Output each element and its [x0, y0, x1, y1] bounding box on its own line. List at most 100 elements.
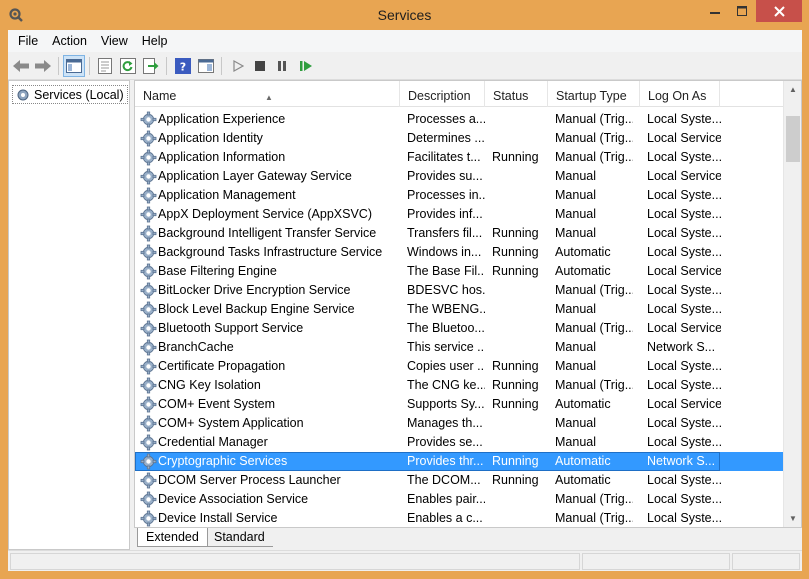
status-segment [582, 553, 730, 570]
service-row[interactable]: Certificate Propagation Copies user ... Ru… [135, 357, 783, 376]
service-name: Device Association Service [158, 492, 309, 506]
close-button[interactable] [756, 0, 802, 22]
service-log-on-as: Local Syste... [647, 416, 721, 430]
menu-file[interactable]: File [8, 30, 45, 52]
service-description: Facilitates t... [407, 150, 481, 164]
toolbar-separator [58, 57, 59, 75]
help-button[interactable]: ? [172, 55, 194, 77]
service-gear-icon [140, 149, 157, 166]
scroll-up-arrow-icon[interactable]: ▲ [784, 81, 801, 98]
service-row[interactable]: DCOM Server Process Launcher The DCOM... R… [135, 471, 783, 490]
service-row[interactable]: Application Experience Processes a... Manu… [135, 110, 783, 129]
stop-service-button[interactable] [249, 55, 271, 77]
service-log-on-as: Local Syste... [647, 473, 721, 487]
maximize-button[interactable] [728, 0, 755, 22]
toolbar-separator [89, 57, 90, 75]
tab-standard[interactable]: Standard [206, 528, 273, 547]
service-description: Determines ... [407, 131, 485, 145]
service-name: Background Intelligent Transfer Service [158, 226, 377, 240]
service-startup-type: Manual [555, 226, 596, 240]
start-service-button[interactable] [227, 55, 249, 77]
service-gear-icon [140, 320, 157, 337]
service-row[interactable]: Application Information Facilitates t... R… [135, 148, 783, 167]
tab-extended[interactable]: Extended [137, 528, 208, 547]
action-pane-icon [198, 59, 214, 73]
show-hide-console-tree-button[interactable] [63, 55, 85, 77]
refresh-button[interactable] [117, 55, 139, 77]
service-status [492, 110, 548, 129]
menu-action[interactable]: Action [45, 30, 94, 52]
service-startup-type: Manual (Trig... [555, 283, 633, 297]
column-header-startup-type[interactable]: Startup Type [548, 81, 640, 107]
service-gear-icon [140, 510, 157, 527]
properties-button[interactable] [94, 55, 116, 77]
service-description: BDESVC hos... [407, 283, 485, 297]
menu-view[interactable]: View [94, 30, 135, 52]
tree-item-services-local[interactable]: Services (Local) [12, 85, 128, 104]
column-header-description[interactable]: Description [400, 81, 485, 107]
service-description: Provides thr... [407, 454, 484, 468]
service-row[interactable]: Background Intelligent Transfer Service T… [135, 224, 783, 243]
column-header-status[interactable]: Status [485, 81, 548, 107]
service-log-on-as: Local Syste... [647, 112, 721, 126]
service-log-on-as: Local Syste... [647, 283, 721, 297]
console-tree-icon [66, 59, 82, 73]
restart-service-button[interactable] [295, 55, 317, 77]
scrollbar-thumb[interactable] [786, 116, 800, 162]
column-header-name[interactable]: Name ▲ [135, 81, 400, 107]
minimize-button[interactable] [701, 0, 728, 22]
service-row[interactable]: COM+ Event System Supports Sy... Running Au… [135, 395, 783, 414]
service-row[interactable]: Application Layer Gateway Service Provide… [135, 167, 783, 186]
services-list-pane: Name ▲ Description Status Startup Type L… [134, 80, 802, 528]
pause-service-button[interactable] [271, 55, 293, 77]
service-row[interactable]: Application Identity Determines ... Manual… [135, 129, 783, 148]
menu-help[interactable]: Help [135, 30, 175, 52]
service-status [492, 414, 548, 433]
service-log-on-as: Local Syste... [647, 150, 721, 164]
service-status [492, 205, 548, 224]
service-row[interactable]: Credential Manager Provides se... Manual Lo… [135, 433, 783, 452]
service-row[interactable]: Application Management Processes in... Man… [135, 186, 783, 205]
service-row[interactable]: AppX Deployment Service (AppXSVC) Provide… [135, 205, 783, 224]
column-header-log-on-as[interactable]: Log On As [640, 81, 720, 107]
service-startup-type: Manual [555, 359, 596, 373]
service-row[interactable]: BitLocker Drive Encryption Service BDESVC… [135, 281, 783, 300]
service-gear-icon [140, 130, 157, 147]
service-startup-type: Manual (Trig... [555, 378, 633, 392]
service-log-on-as: Local Service [647, 321, 721, 335]
service-gear-icon [140, 377, 157, 394]
service-row[interactable]: COM+ System Application Manages th... Manu… [135, 414, 783, 433]
service-row[interactable]: Cryptographic Services Provides thr... Run… [135, 452, 783, 471]
restart-icon [300, 61, 312, 71]
service-row[interactable]: Device Association Service Enables pair..… [135, 490, 783, 509]
service-row[interactable]: BranchCache This service ... Manual Network… [135, 338, 783, 357]
service-row[interactable]: Block Level Backup Engine Service The WBE… [135, 300, 783, 319]
export-list-button[interactable] [140, 55, 162, 77]
service-name: DCOM Server Process Launcher [158, 473, 341, 487]
service-startup-type: Manual (Trig... [555, 150, 633, 164]
service-gear-icon [140, 187, 157, 204]
service-row[interactable]: Background Tasks Infrastructure Service W… [135, 243, 783, 262]
service-row[interactable]: Base Filtering Engine The Base Fil... Runn… [135, 262, 783, 281]
service-status: Running [492, 473, 539, 487]
service-name: Cryptographic Services [158, 454, 288, 468]
service-log-on-as: Local Syste... [647, 226, 721, 240]
service-row[interactable]: Device Install Service Enables a c... Manu… [135, 509, 783, 527]
service-startup-type: Automatic [555, 473, 611, 487]
service-gear-icon [140, 358, 157, 375]
service-description: Supports Sy... [407, 397, 485, 411]
service-description: Provides se... [407, 435, 483, 449]
services-gear-icon [17, 89, 29, 100]
service-gear-icon [140, 339, 157, 356]
service-status [492, 167, 548, 186]
service-row[interactable]: Bluetooth Support Service The Bluetoo... M… [135, 319, 783, 338]
service-log-on-as: Local Syste... [647, 511, 721, 525]
forward-button[interactable] [32, 55, 54, 77]
vertical-scrollbar[interactable]: ▲ ▼ [783, 81, 801, 527]
show-action-pane-button[interactable] [195, 55, 217, 77]
service-name: Application Experience [158, 112, 286, 126]
service-name: Bluetooth Support Service [158, 321, 304, 335]
service-row[interactable]: CNG Key Isolation The CNG ke... Running Man… [135, 376, 783, 395]
back-button[interactable] [10, 55, 32, 77]
scroll-down-arrow-icon[interactable]: ▼ [784, 510, 801, 527]
